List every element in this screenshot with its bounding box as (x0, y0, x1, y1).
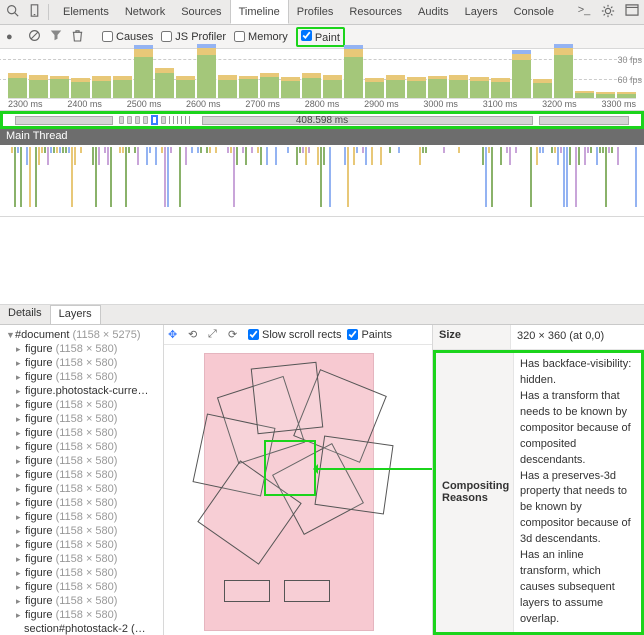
tree-item[interactable]: ▸figure (1158 × 580) (2, 580, 161, 594)
separator (48, 4, 49, 20)
tree-item[interactable]: ▸figure (1158 × 580) (2, 342, 161, 356)
clear-icon[interactable] (28, 29, 42, 45)
tab-timeline[interactable]: Timeline (230, 0, 289, 24)
tab-elements[interactable]: Elements (55, 0, 117, 24)
tab-network[interactable]: Network (117, 0, 173, 24)
main-thread-header: Main Thread (0, 129, 644, 145)
overview-pills (119, 115, 190, 125)
layer-canvas-toolbar: ✥ ⟲ ⤢ ⟳ Slow scroll rects Paints (164, 325, 432, 345)
memory-label: Memory (248, 31, 288, 43)
gear-icon[interactable] (600, 4, 616, 21)
tab-sources[interactable]: Sources (173, 0, 229, 24)
tree-item[interactable]: ▸figure (1158 × 580) (2, 412, 161, 426)
fps-bars (8, 54, 636, 98)
slowscroll-checkbox[interactable]: Slow scroll rects (248, 329, 341, 341)
reset-icon[interactable]: ⟳ (228, 328, 242, 341)
tree-item[interactable]: ▸figure (1158 × 580) (2, 552, 161, 566)
tree-item[interactable]: ▸figure (1158 × 580) (2, 356, 161, 370)
tree-item[interactable]: ▸figure (1158 × 580) (2, 496, 161, 510)
bottom-tabs: Details Layers (0, 305, 644, 325)
tab-profiles[interactable]: Profiles (289, 0, 342, 24)
tree-item[interactable]: section#photostack-2 (… (2, 622, 161, 635)
tree-item[interactable]: ▸figure (1158 × 580) (2, 566, 161, 580)
prop-size: Size 320 × 360 (at 0,0) (433, 325, 644, 350)
tree-item[interactable]: ▸figure (1158 × 580) (2, 468, 161, 482)
prop-compositing: Compositing Reasons Has backface-visibil… (433, 350, 644, 635)
drawer-icon[interactable]: >_ (576, 4, 592, 21)
filter-icon[interactable] (50, 29, 64, 44)
tree-item[interactable]: ▸figure (1158 × 580) (2, 370, 161, 384)
layer-outline[interactable] (251, 362, 324, 435)
memory-checkbox[interactable]: Memory (234, 31, 288, 43)
overview-segment[interactable] (202, 116, 533, 125)
timeline-controls: ● Causes JS Profiler Memory Paint (0, 25, 644, 49)
layer-outline[interactable] (284, 580, 330, 602)
tab-console[interactable]: Console (506, 0, 562, 24)
tree-root[interactable]: ▼#document (1158 × 5275) (2, 328, 161, 342)
layer-outline[interactable] (314, 435, 393, 514)
tree-item[interactable]: ▸figure (1158 × 580) (2, 426, 161, 440)
rotate-icon[interactable]: ⟲ (188, 328, 202, 341)
tree-item[interactable]: ▸figure (1158 × 580) (2, 510, 161, 524)
annotation-arrow (316, 468, 432, 470)
gc-icon[interactable] (72, 29, 86, 45)
btab-layers[interactable]: Layers (50, 305, 101, 324)
tab-layers[interactable]: Layers (457, 0, 506, 24)
jsprofiler-label: JS Profiler (175, 31, 226, 43)
overview-segment[interactable] (539, 116, 629, 125)
overview-segment[interactable] (15, 116, 113, 125)
details-pad (0, 217, 644, 305)
tree-item[interactable]: ▸figure (1158 × 580) (2, 524, 161, 538)
time-axis: 2300 ms2400 ms2500 ms2600 ms2700 ms2800 … (8, 98, 636, 110)
record-icon[interactable]: ● (6, 31, 20, 43)
pan-icon[interactable]: ⤢ (208, 328, 222, 341)
fps-chart[interactable]: 30 fps 60 fps 2300 ms2400 ms2500 ms2600 … (0, 49, 644, 111)
devtools-toolbar: Elements Network Sources Timeline Profil… (0, 0, 644, 25)
move-icon[interactable]: ✥ (168, 328, 182, 341)
jsprofiler-checkbox[interactable]: JS Profiler (161, 31, 226, 43)
paints-checkbox[interactable]: Paints (347, 329, 392, 341)
tree-item[interactable]: ▸figure (1158 × 580) (2, 594, 161, 608)
tree-item[interactable]: ▸figure (1158 × 580) (2, 398, 161, 412)
paint-checkbox[interactable]: Paint (296, 27, 345, 47)
tree-item[interactable]: ▸figure.photostack-curre… (2, 384, 161, 398)
overview-strip[interactable]: 408.598 ms (0, 111, 644, 129)
layer-outline[interactable] (224, 580, 270, 602)
device-icon[interactable] (26, 4, 42, 20)
dock-icon[interactable] (624, 4, 640, 21)
tree-item[interactable]: ▸figure (1158 × 580) (2, 454, 161, 468)
tree-item[interactable]: ▸figure (1158 × 580) (2, 608, 161, 622)
overview-duration: 408.598 ms (296, 115, 348, 126)
tab-resources[interactable]: Resources (341, 0, 410, 24)
main-thread-viz[interactable] (0, 145, 644, 217)
paint-label: Paint (315, 32, 340, 44)
search-icon[interactable] (4, 4, 20, 20)
tree-item[interactable]: ▸figure (1158 × 580) (2, 538, 161, 552)
causes-label: Causes (116, 31, 153, 43)
tab-audits[interactable]: Audits (410, 0, 457, 24)
tree-item[interactable]: ▸figure (1158 × 580) (2, 482, 161, 496)
tree-item[interactable]: ▸figure (1158 × 580) (2, 440, 161, 454)
panel-tabs: Elements Network Sources Timeline Profil… (55, 0, 562, 24)
overview-selection[interactable] (151, 115, 158, 125)
causes-checkbox[interactable]: Causes (102, 31, 153, 43)
btab-details[interactable]: Details (0, 305, 50, 324)
